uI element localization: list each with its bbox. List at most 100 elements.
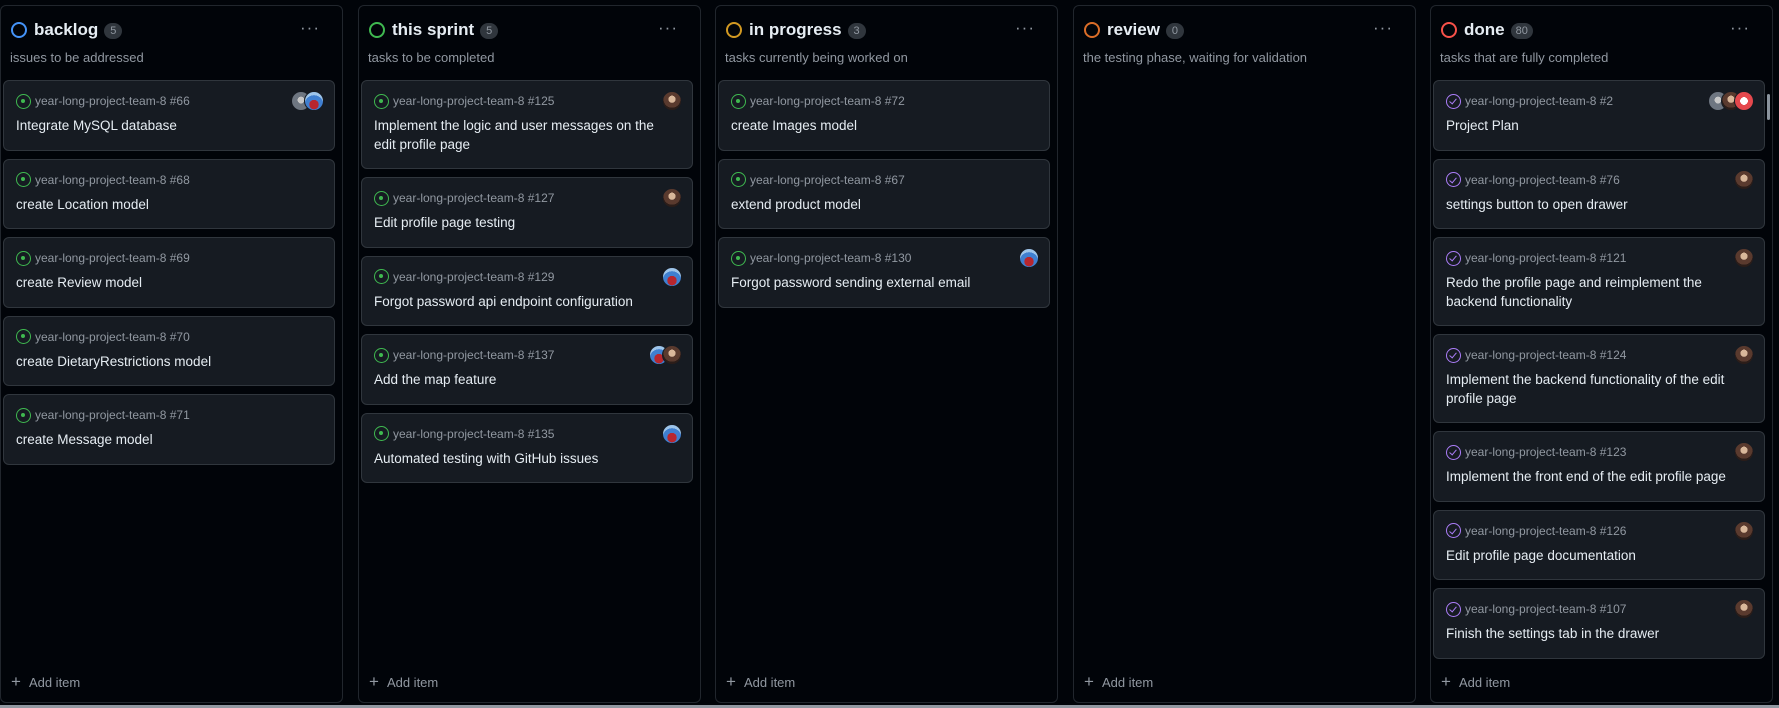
column-menu-icon[interactable]: ··· — [1015, 18, 1035, 38]
issue-reference: year-long-project-team-8 #70 — [16, 329, 298, 345]
issue-open-icon — [16, 172, 31, 187]
plus-icon: + — [1084, 672, 1094, 691]
issue-open-icon — [16, 250, 31, 266]
issue-open-icon — [374, 347, 389, 363]
issue-ref-text[interactable]: year-long-project-team-8 #137 — [393, 348, 554, 362]
issue-reference: year-long-project-team-8 #68 — [16, 172, 298, 188]
issue-card[interactable]: year-long-project-team-8 #66 Integrate My… — [3, 80, 335, 151]
issue-ref-text[interactable]: year-long-project-team-8 #70 — [35, 330, 190, 344]
issue-title[interactable]: Implement the logic and user messages on… — [374, 117, 656, 154]
issue-title[interactable]: create Location model — [16, 196, 298, 215]
issue-card[interactable]: year-long-project-team-8 #72 create Image… — [718, 80, 1050, 151]
issue-title[interactable]: Add the map feature — [374, 371, 656, 390]
issue-card[interactable]: year-long-project-team-8 #125 Implement t… — [361, 80, 693, 169]
issue-card[interactable]: year-long-project-team-8 #135 Automated t… — [361, 412, 693, 483]
issue-card[interactable]: year-long-project-team-8 #124 Implement t… — [1433, 334, 1765, 423]
issue-ref-text[interactable]: year-long-project-team-8 #135 — [393, 427, 554, 441]
issue-title[interactable]: Edit profile page testing — [374, 214, 656, 233]
issue-title[interactable]: Implement the backend functionality of t… — [1446, 371, 1728, 408]
issue-card[interactable]: year-long-project-team-8 #129 Forgot pass… — [361, 255, 693, 326]
column-menu-icon[interactable]: ··· — [1373, 18, 1393, 38]
add-item-button[interactable]: + Add item — [11, 672, 80, 692]
avatar[interactable] — [662, 423, 682, 444]
avatar[interactable] — [1734, 169, 1754, 190]
avatar[interactable] — [1734, 520, 1754, 541]
issue-card[interactable]: year-long-project-team-8 #121 Redo the pr… — [1433, 237, 1765, 326]
issue-ref-text[interactable]: year-long-project-team-8 #121 — [1465, 251, 1626, 265]
issue-title[interactable]: Integrate MySQL database — [16, 117, 298, 136]
issue-card[interactable]: year-long-project-team-8 #70 create Dieta… — [3, 315, 335, 386]
add-item-button[interactable]: + Add item — [369, 672, 438, 692]
issue-title[interactable]: create Images model — [731, 117, 1013, 136]
avatar[interactable] — [1734, 599, 1754, 619]
issue-title[interactable]: Finish the settings tab in the drawer — [1446, 625, 1728, 644]
avatar[interactable] — [662, 266, 682, 287]
issue-ref-text[interactable]: year-long-project-team-8 #123 — [1465, 445, 1626, 459]
issue-card[interactable]: year-long-project-team-8 #127 Edit profil… — [361, 177, 693, 248]
issue-title[interactable]: Forgot password api endpoint configurati… — [374, 293, 656, 312]
issue-card[interactable]: year-long-project-team-8 #137 Add the map… — [361, 334, 693, 405]
issue-card[interactable]: year-long-project-team-8 #76 settings but… — [1433, 158, 1765, 229]
issue-ref-text[interactable]: year-long-project-team-8 #126 — [1465, 524, 1626, 538]
issue-closed-icon — [1446, 523, 1461, 538]
issue-card[interactable]: year-long-project-team-8 #123 Implement t… — [1433, 431, 1765, 502]
issue-title[interactable]: Redo the profile page and reimplement th… — [1446, 274, 1728, 311]
avatar[interactable] — [662, 188, 682, 208]
scrollbar-thumb[interactable] — [1767, 94, 1770, 120]
avatar[interactable] — [1734, 345, 1754, 365]
issue-ref-text[interactable]: year-long-project-team-8 #124 — [1465, 348, 1626, 362]
issue-card[interactable]: year-long-project-team-8 #71 create Messa… — [3, 394, 335, 465]
issue-title[interactable]: Automated testing with GitHub issues — [374, 450, 656, 469]
avatar[interactable] — [1019, 248, 1039, 268]
issue-ref-text[interactable]: year-long-project-team-8 #127 — [393, 191, 554, 205]
issue-reference: year-long-project-team-8 #135 — [374, 426, 656, 442]
column-menu-icon[interactable]: ··· — [658, 18, 678, 38]
issue-ref-text[interactable]: year-long-project-team-8 #2 — [1465, 94, 1613, 108]
add-item-button[interactable]: + Add item — [726, 672, 795, 692]
avatar[interactable] — [662, 345, 682, 365]
column-description: the testing phase, waiting for validatio… — [1083, 50, 1308, 65]
issue-title[interactable]: Project Plan — [1446, 117, 1728, 136]
issue-ref-text[interactable]: year-long-project-team-8 #72 — [750, 94, 905, 108]
column-header: this sprint 5 ··· tasks to be completed — [359, 6, 700, 76]
issue-card[interactable]: year-long-project-team-8 #130 Forgot pass… — [718, 237, 1050, 308]
issue-title[interactable]: extend product model — [731, 196, 1013, 215]
avatar[interactable] — [304, 91, 324, 111]
add-item-button[interactable]: + Add item — [1441, 672, 1510, 692]
issue-title[interactable]: Implement the front end of the edit prof… — [1446, 468, 1728, 487]
issue-title[interactable]: settings button to open drawer — [1446, 196, 1728, 215]
column-menu-icon[interactable]: ··· — [300, 18, 320, 38]
issue-card[interactable]: year-long-project-team-8 #68 create Locat… — [3, 158, 335, 229]
issue-title[interactable]: create Message model — [16, 431, 298, 450]
issue-closed-icon — [1446, 444, 1461, 460]
issue-ref-text[interactable]: year-long-project-team-8 #107 — [1465, 602, 1626, 616]
plus-icon: + — [726, 672, 736, 691]
issue-ref-text[interactable]: year-long-project-team-8 #67 — [750, 173, 905, 187]
issue-title[interactable]: Forgot password sending external email — [731, 274, 1013, 293]
assignees — [1734, 442, 1754, 462]
issue-ref-text[interactable]: year-long-project-team-8 #66 — [35, 94, 190, 108]
issue-card[interactable]: year-long-project-team-8 #126 Edit profil… — [1433, 509, 1765, 580]
issue-card[interactable]: year-long-project-team-8 #107 Finish the … — [1433, 588, 1765, 659]
issue-ref-text[interactable]: year-long-project-team-8 #76 — [1465, 173, 1620, 187]
column-menu-icon[interactable]: ··· — [1730, 18, 1750, 38]
issue-ref-text[interactable]: year-long-project-team-8 #129 — [393, 270, 554, 284]
issue-title[interactable]: create DietaryRestrictions model — [16, 353, 298, 372]
issue-title[interactable]: create Review model — [16, 274, 298, 293]
issue-ref-text[interactable]: year-long-project-team-8 #69 — [35, 251, 190, 265]
issue-ref-text[interactable]: year-long-project-team-8 #68 — [35, 173, 190, 187]
issue-card[interactable]: year-long-project-team-8 #2 Project Plan — [1433, 80, 1765, 151]
issue-reference: year-long-project-team-8 #69 — [16, 250, 298, 266]
issue-card[interactable]: year-long-project-team-8 #67 extend produ… — [718, 158, 1050, 229]
issue-card[interactable]: year-long-project-team-8 #69 create Revie… — [3, 237, 335, 308]
project-board: backlog 5 ··· issues to be addressed year-lo… — [0, 5, 1779, 703]
add-item-button[interactable]: + Add item — [1084, 672, 1153, 692]
avatar[interactable] — [1734, 248, 1754, 268]
avatar[interactable] — [1734, 442, 1754, 462]
issue-ref-text[interactable]: year-long-project-team-8 #71 — [35, 408, 190, 422]
issue-ref-text[interactable]: year-long-project-team-8 #125 — [393, 94, 554, 108]
avatar[interactable] — [662, 91, 682, 111]
issue-ref-text[interactable]: year-long-project-team-8 #130 — [750, 251, 911, 265]
avatar[interactable] — [1734, 91, 1754, 111]
issue-title[interactable]: Edit profile page documentation — [1446, 547, 1728, 566]
